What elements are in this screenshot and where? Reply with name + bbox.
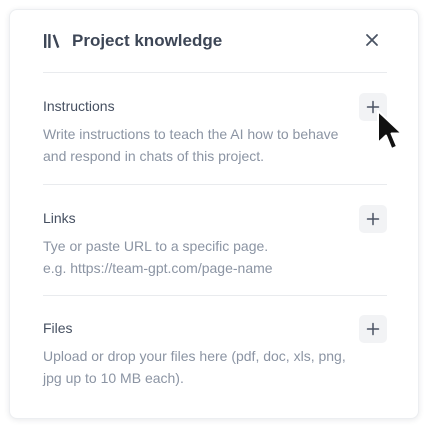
project-knowledge-panel: Project knowledge Instructions Write ins… xyxy=(9,9,419,419)
add-file-button[interactable] xyxy=(359,315,387,343)
panel-header: Project knowledge xyxy=(10,10,418,72)
section-divider xyxy=(43,184,387,185)
panel-title: Project knowledge xyxy=(72,31,223,50)
add-link-button[interactable] xyxy=(359,205,387,233)
files-description: Upload or drop your files here (pdf, doc… xyxy=(43,348,346,386)
links-label: Links xyxy=(43,210,76,226)
close-icon[interactable] xyxy=(364,32,380,48)
books-icon xyxy=(44,34,60,48)
instructions-label: Instructions xyxy=(43,98,115,114)
header-divider xyxy=(43,72,387,73)
files-label: Files xyxy=(43,320,73,336)
section-divider xyxy=(43,295,387,296)
plus-icon xyxy=(366,322,380,336)
links-description: Tye or paste URL to a specific page. e.g… xyxy=(43,238,273,276)
instructions-description: Write instructions to teach the AI how t… xyxy=(43,126,339,164)
mouse-pointer-icon xyxy=(377,110,403,150)
plus-icon xyxy=(366,212,380,226)
